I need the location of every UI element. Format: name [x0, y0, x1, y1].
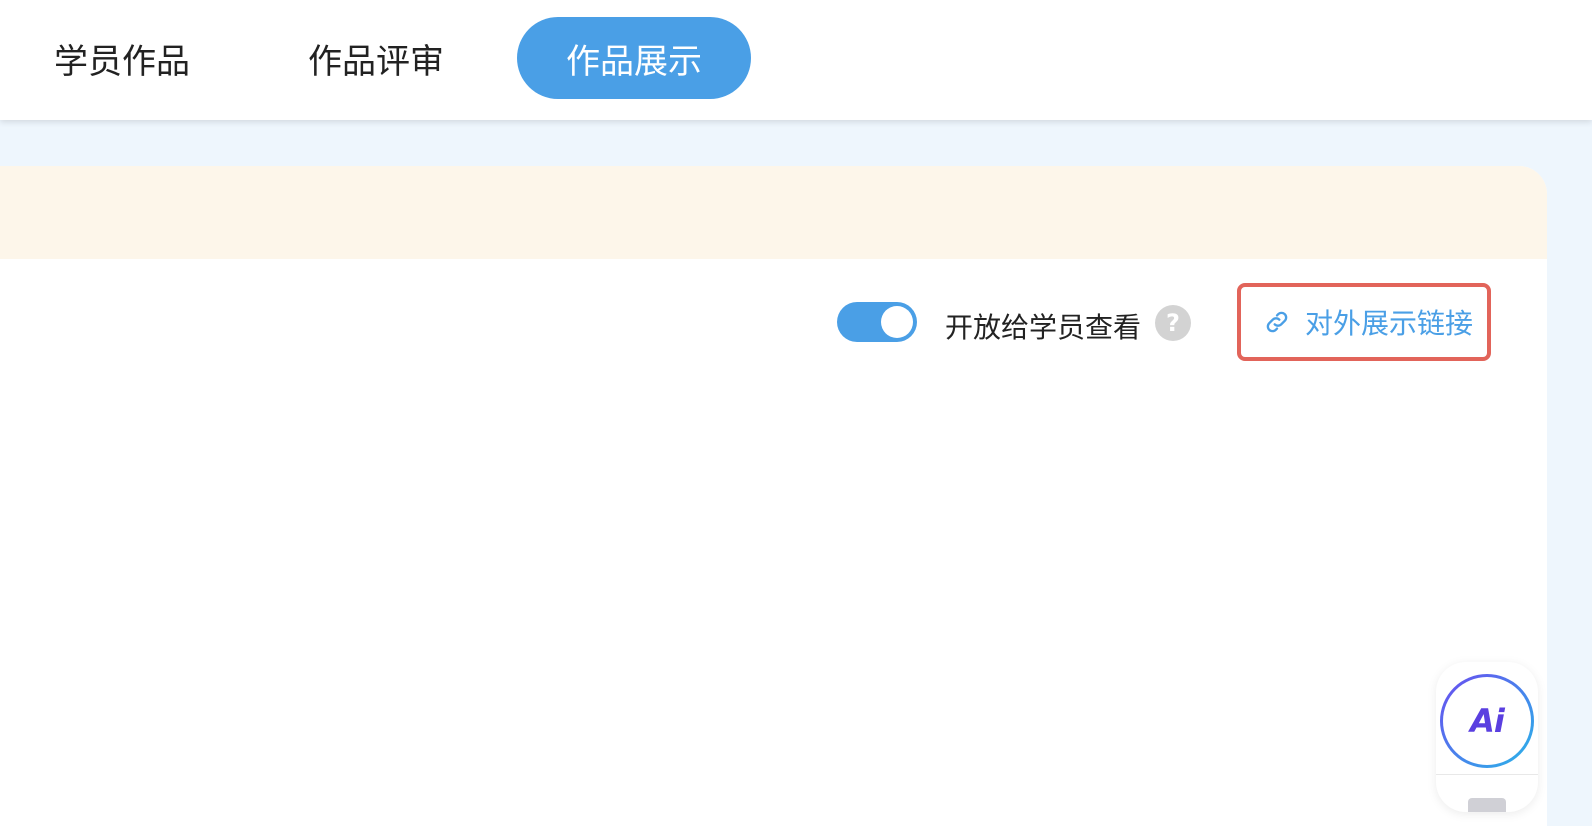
- ai-assistant-button[interactable]: Ai: [1440, 674, 1534, 768]
- panel-next-item-icon[interactable]: [1468, 798, 1506, 812]
- link-icon: [1263, 308, 1291, 336]
- content-card: [0, 166, 1547, 826]
- link-button-label: 对外展示链接: [1305, 307, 1474, 340]
- tab-work-review[interactable]: 作品评审: [278, 17, 474, 99]
- top-nav-bar: 学员作品 作品评审 作品展示: [0, 0, 1592, 120]
- external-showcase-link-button[interactable]: 对外展示链接: [1237, 283, 1491, 361]
- tab-student-works[interactable]: 学员作品: [24, 17, 220, 99]
- notice-banner: [0, 166, 1547, 259]
- ai-icon: Ai: [1470, 702, 1505, 740]
- open-to-students-toggle[interactable]: [837, 302, 917, 342]
- panel-divider: [1436, 774, 1538, 775]
- toggle-knob: [881, 306, 913, 338]
- tab-work-showcase[interactable]: 作品展示: [517, 17, 751, 99]
- ai-button-inner: Ai: [1443, 677, 1531, 765]
- floating-tools-panel: Ai: [1436, 662, 1538, 812]
- toggle-label: 开放给学员查看: [945, 311, 1142, 344]
- help-icon[interactable]: ?: [1155, 305, 1191, 341]
